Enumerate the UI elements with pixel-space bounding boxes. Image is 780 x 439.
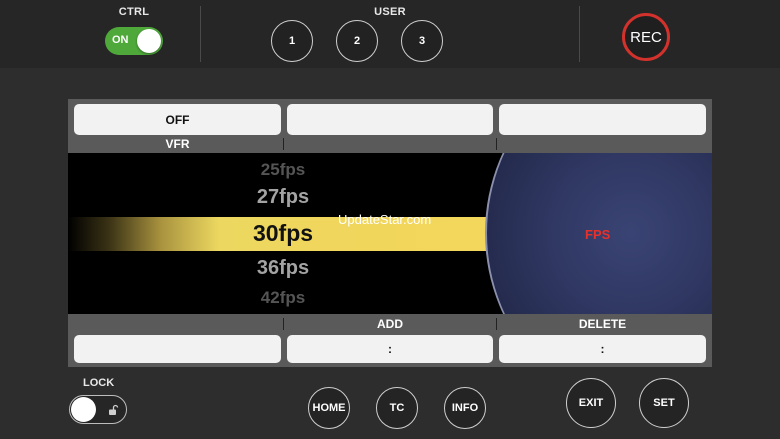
rec-button[interactable]: REC bbox=[622, 13, 670, 61]
divider bbox=[579, 6, 580, 62]
fps-option-25[interactable]: 25fps bbox=[218, 160, 348, 180]
lock-icon bbox=[109, 404, 119, 415]
tab-vfr-off[interactable]: OFF bbox=[74, 104, 281, 135]
header-vfr: VFR bbox=[165, 137, 190, 151]
bottom-header-1 bbox=[74, 316, 281, 332]
fps-option-27[interactable]: 27fps bbox=[218, 186, 348, 209]
tab-2[interactable] bbox=[287, 104, 493, 135]
tc-button[interactable]: TC bbox=[376, 387, 418, 429]
exit-button[interactable]: EXIT bbox=[566, 378, 616, 428]
ctrl-label: CTRL bbox=[118, 6, 150, 18]
set-button[interactable]: SET bbox=[639, 378, 689, 428]
fps-dial-label: FPS bbox=[585, 227, 611, 242]
ctrl-toggle-text: ON bbox=[112, 34, 129, 46]
lock-toggle-knob bbox=[71, 397, 96, 422]
lock-toggle[interactable] bbox=[69, 395, 127, 424]
header-separator bbox=[496, 138, 497, 150]
user-button-3[interactable]: 3 bbox=[401, 20, 443, 62]
user-label: USER bbox=[374, 6, 406, 18]
header-2 bbox=[287, 136, 493, 152]
add-header: ADD bbox=[377, 317, 403, 331]
fps-display: 25fps 27fps 30fps 36fps 42fps UpdateStar… bbox=[68, 153, 712, 314]
info-button[interactable]: INFO bbox=[444, 387, 486, 429]
ctrl-toggle[interactable]: ON bbox=[105, 27, 163, 55]
delete-header: DELETE bbox=[578, 317, 627, 331]
header-separator bbox=[496, 318, 497, 330]
top-bar: CTRL ON USER 1 2 3 REC bbox=[0, 0, 780, 68]
divider bbox=[200, 6, 201, 62]
tab-3[interactable] bbox=[499, 104, 706, 135]
user-button-1[interactable]: 1 bbox=[271, 20, 313, 62]
home-button[interactable]: HOME bbox=[308, 387, 350, 429]
header-separator bbox=[283, 138, 284, 150]
fps-panel: OFF VFR 25fps 27fps 30fps 36fps 42fps Up… bbox=[68, 99, 712, 367]
user-button-2[interactable]: 2 bbox=[336, 20, 378, 62]
header-separator bbox=[283, 318, 284, 330]
bottom-field-1[interactable] bbox=[74, 335, 281, 363]
header-3 bbox=[499, 136, 706, 152]
fps-option-42[interactable]: 42fps bbox=[218, 288, 348, 308]
ctrl-toggle-knob bbox=[137, 29, 161, 53]
watermark-text: UpdateStar.com bbox=[338, 212, 432, 227]
delete-field[interactable]: : bbox=[499, 335, 706, 363]
lock-label: LOCK bbox=[83, 377, 115, 389]
add-field[interactable]: : bbox=[287, 335, 493, 363]
fps-option-36[interactable]: 36fps bbox=[218, 257, 348, 280]
fps-option-30-selected[interactable]: 30fps bbox=[218, 220, 348, 247]
